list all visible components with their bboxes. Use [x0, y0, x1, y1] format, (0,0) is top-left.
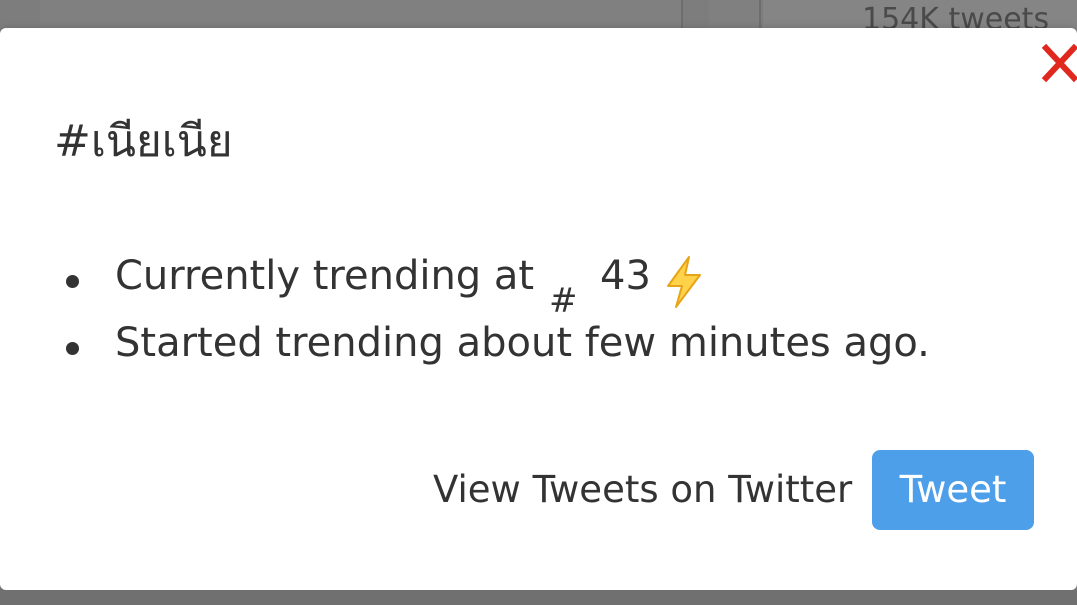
trend-title: #เนียเนีย — [54, 116, 233, 167]
view-tweets-link[interactable]: View Tweets on Twitter — [433, 468, 852, 511]
rank-hash: # — [549, 281, 578, 321]
started-trending-text: Started trending about few minutes ago. — [115, 320, 930, 366]
trending-prefix-text: Currently trending at — [115, 253, 535, 299]
bullet-icon — [66, 342, 79, 355]
page-backdrop-bottom — [0, 590, 1077, 605]
bullet-icon — [66, 275, 79, 288]
trend-detail-modal: #เนียเนีย Currently trending at # 43 Sta… — [0, 28, 1077, 590]
close-button[interactable] — [1040, 42, 1077, 86]
lightning-bolt-icon — [667, 256, 701, 308]
close-x-icon — [1041, 43, 1077, 83]
rank-number: 43 — [600, 253, 651, 299]
tweet-button[interactable]: Tweet — [872, 450, 1034, 530]
